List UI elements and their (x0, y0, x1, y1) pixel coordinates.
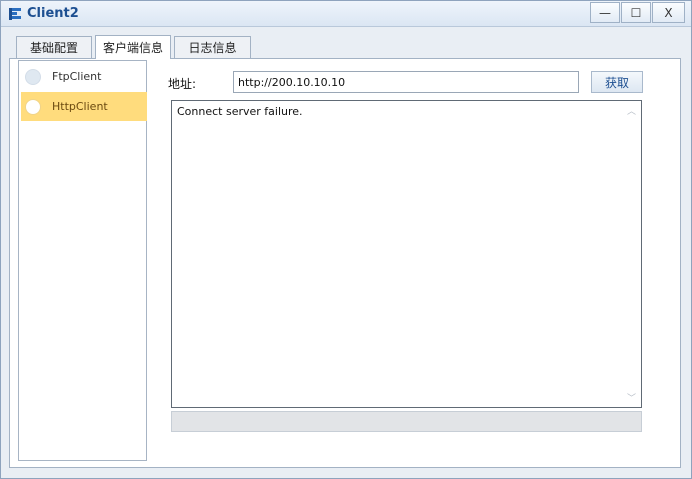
client-status-icon (25, 98, 41, 115)
list-item-httpclient[interactable]: HttpClient (21, 92, 147, 121)
tab-client-info[interactable]: 客户端信息 (95, 35, 171, 59)
status-bar (171, 411, 642, 432)
scroll-up-icon[interactable]: ︿ (627, 104, 636, 117)
tab-log-info[interactable]: 日志信息 (174, 36, 251, 58)
list-item-label: HttpClient (52, 100, 108, 113)
scroll-down-icon[interactable]: ﹀ (627, 391, 636, 404)
client-list: FtpClient HttpClient (18, 60, 147, 461)
minimize-button[interactable]: — (590, 2, 620, 23)
address-input[interactable] (233, 71, 579, 93)
app-icon (9, 8, 21, 20)
fetch-button[interactable]: 获取 (591, 71, 643, 93)
vertical-scrollbar[interactable]: ︿ ﹀ (625, 102, 640, 406)
address-label: 地址: (168, 77, 197, 91)
maximize-button[interactable]: ☐ (621, 2, 651, 23)
title-bar[interactable]: Client2 — ☐ X (1, 1, 691, 27)
list-item-ftpclient[interactable]: FtpClient (21, 62, 147, 91)
client-status-icon (25, 68, 41, 85)
list-item-label: FtpClient (52, 70, 102, 83)
response-text: Connect server failure. (177, 105, 303, 118)
window-title: Client2 (27, 6, 79, 21)
response-output[interactable]: Connect server failure. ︿ ﹀ (171, 100, 642, 408)
close-button[interactable]: X (652, 2, 685, 23)
tab-basic-config[interactable]: 基础配置 (16, 36, 92, 58)
